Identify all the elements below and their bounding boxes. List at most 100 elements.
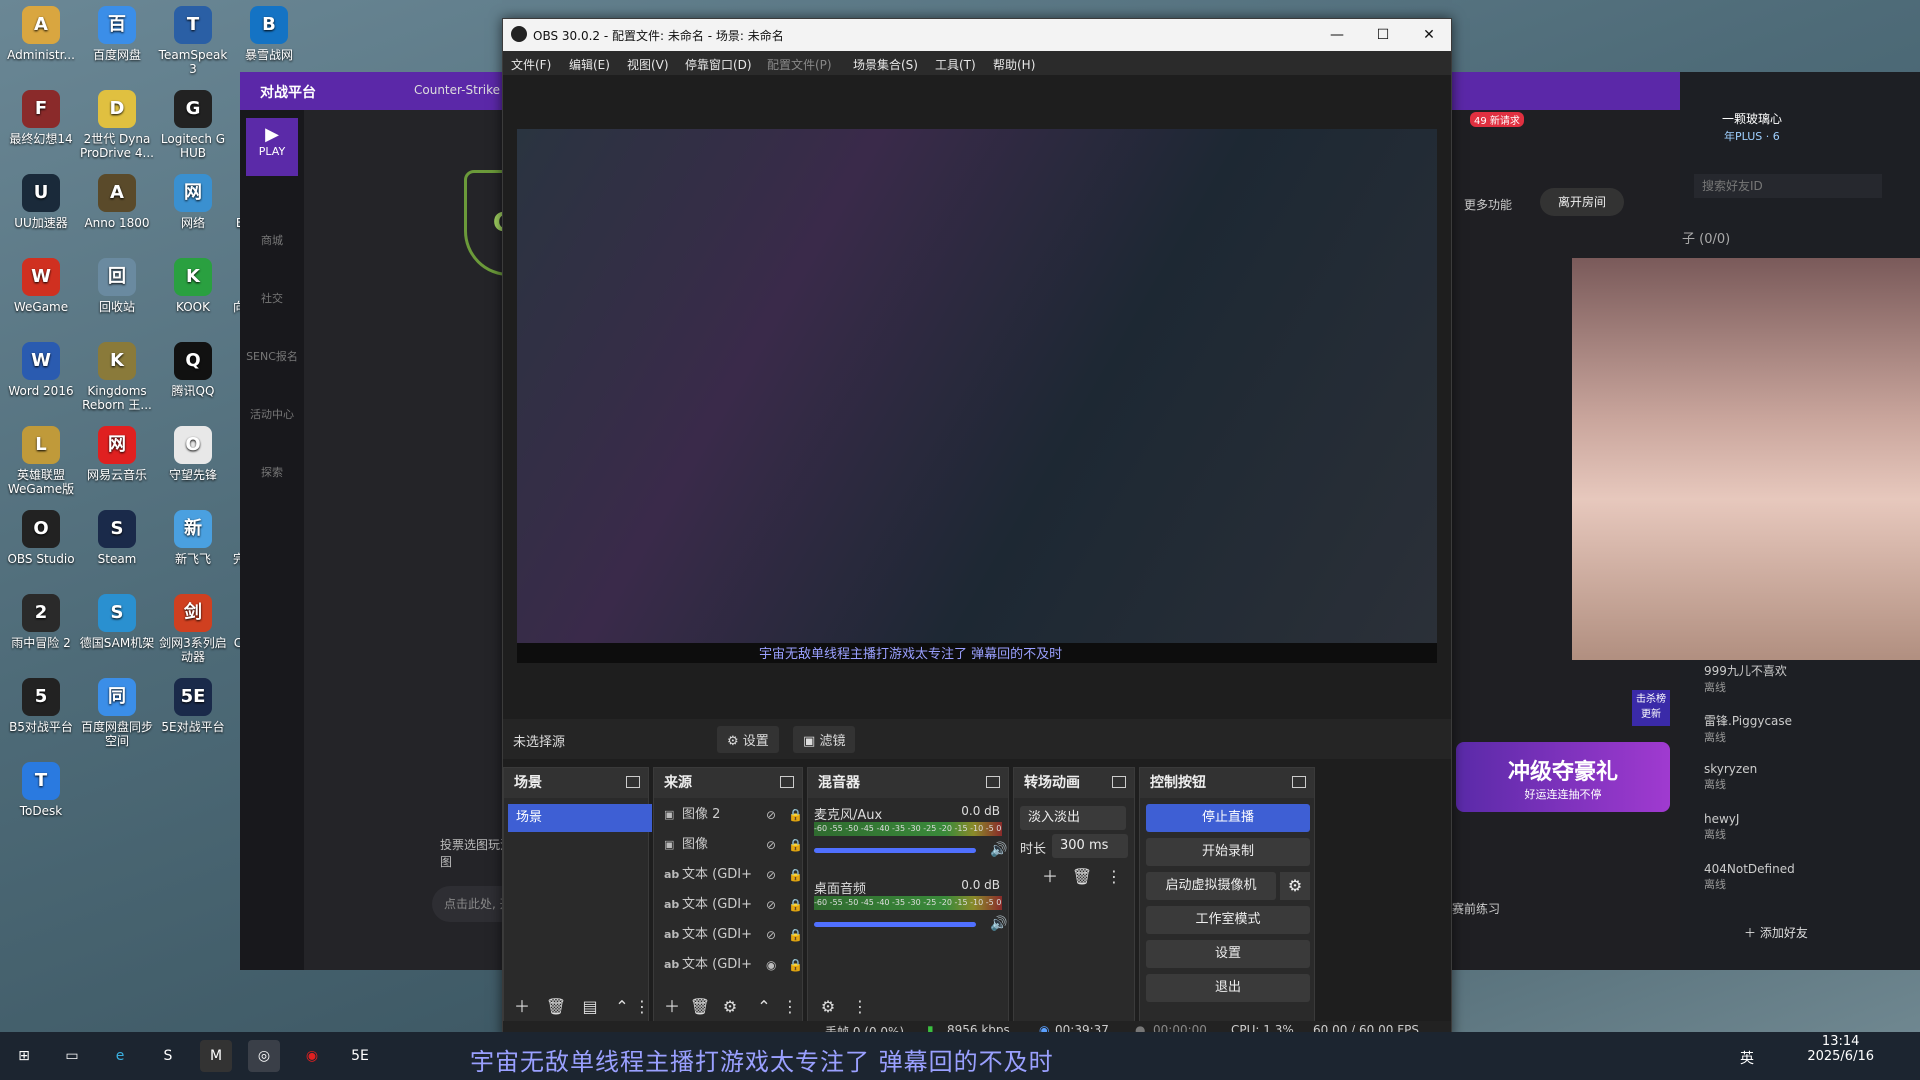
source-item[interactable]: ▣ 图像 ⊘ 🔒 xyxy=(664,832,824,858)
add-transition-button[interactable]: ＋ xyxy=(1038,866,1062,888)
start-button[interactable]: ⊞ xyxy=(8,1040,40,1072)
lock-icon[interactable]: 🔒 xyxy=(788,862,804,888)
desktop-icon[interactable]: O 守望先锋 xyxy=(154,426,232,482)
volume-slider[interactable] xyxy=(814,848,976,853)
desktop-icon[interactable]: 百百度网盘 xyxy=(78,6,156,62)
desktop-icon[interactable]: 5E 5E对战平台 xyxy=(154,678,232,734)
move-up-button[interactable]: ⌃ xyxy=(752,996,776,1018)
virtual-cam-settings-icon[interactable]: ⚙ xyxy=(1280,872,1310,900)
taskbar-obs[interactable]: ◎ xyxy=(248,1040,280,1072)
new-request-badge[interactable]: 49 新请求 xyxy=(1470,112,1524,127)
taskbar-edge[interactable]: e xyxy=(104,1040,136,1072)
desktop-icon[interactable]: 网网络 xyxy=(154,174,232,230)
eye-hidden-icon[interactable]: ⊘ xyxy=(766,862,782,888)
friend-search-input[interactable]: 搜索好友ID xyxy=(1694,174,1882,198)
friend-item[interactable]: hewyJ 离线 xyxy=(1704,812,1739,842)
taskbar-netease[interactable]: ◉ xyxy=(296,1040,328,1072)
undock-icon[interactable] xyxy=(1112,776,1126,788)
taskbar-steam[interactable]: S xyxy=(152,1040,184,1072)
source-properties-button[interactable]: ⚙ xyxy=(718,996,742,1018)
eye-hidden-icon[interactable]: ⊘ xyxy=(766,832,782,858)
duration-input[interactable]: 300 ms xyxy=(1052,834,1128,858)
friend-item[interactable]: 雷锋.Piggycase 离线 xyxy=(1704,712,1792,745)
desktop-icon[interactable]: S Steam xyxy=(78,510,156,566)
speaker-icon[interactable]: 🔊 xyxy=(990,842,1007,858)
menu-file[interactable]: 文件(F) xyxy=(511,56,551,73)
add-source-button[interactable]: ＋ xyxy=(660,996,684,1018)
undock-icon[interactable] xyxy=(1292,776,1306,788)
desktop-icon[interactable]: 2 雨中冒险 2 xyxy=(2,594,80,650)
desktop-icon[interactable]: D 2世代 Dyna ProDrive 4... xyxy=(78,90,156,160)
desktop-icon[interactable]: Q 腾讯QQ xyxy=(154,342,232,398)
desktop-icon[interactable]: W WeGame xyxy=(2,258,80,314)
speaker-icon[interactable]: 🔊 xyxy=(990,916,1007,932)
source-item[interactable]: ab 文本 (GDI+ ⊘ 🔒 xyxy=(664,922,824,948)
scene-item[interactable]: 场景 xyxy=(508,804,652,832)
menu-scene-collection[interactable]: 场景集合(S) xyxy=(853,56,918,73)
leave-room-button[interactable]: 离开房间 xyxy=(1540,188,1624,216)
add-friend-button[interactable]: ＋ 添加好友 xyxy=(1744,924,1808,941)
close-button[interactable]: ✕ xyxy=(1407,23,1451,47)
remove-scene-button[interactable]: 🗑 xyxy=(544,996,568,1018)
desktop-icon[interactable]: 同百度网盘同步空间 xyxy=(78,678,156,748)
eye-hidden-icon[interactable]: ⊘ xyxy=(766,802,782,828)
desktop-icon[interactable]: 新新飞飞 xyxy=(154,510,232,566)
source-filters-button[interactable]: ▣ 滤镜 xyxy=(793,726,856,753)
friend-item[interactable]: 404NotDefined 离线 xyxy=(1704,862,1795,892)
update-badge[interactable]: 击杀榜 更新 xyxy=(1632,690,1670,726)
eye-icon[interactable]: ◉ xyxy=(766,952,782,978)
desktop-icon[interactable]: T ToDesk xyxy=(2,762,80,818)
desktop-icon[interactable]: F 最终幻想14 xyxy=(2,90,80,146)
platform-tab[interactable]: Counter-Strike 2 xyxy=(414,83,511,97)
remove-source-button[interactable]: 🗑 xyxy=(688,996,712,1018)
desktop-icon[interactable]: A Anno 1800 xyxy=(78,174,156,230)
desktop-icon[interactable]: K Kingdoms Reborn 王... xyxy=(78,342,156,412)
friend-item[interactable]: 999九儿不喜欢 离线 xyxy=(1704,662,1787,695)
studio-mode-button[interactable]: 工作室模式 xyxy=(1146,906,1310,934)
menu-help[interactable]: 帮助(H) xyxy=(993,56,1035,73)
more-options-icon[interactable]: ⋮ xyxy=(630,996,654,1018)
volume-slider[interactable] xyxy=(814,922,976,927)
menu-tools[interactable]: 工具(T) xyxy=(935,56,976,73)
desktop-icon[interactable]: 网网易云音乐 xyxy=(78,426,156,482)
taskbar-5e[interactable]: 5E xyxy=(344,1040,376,1072)
source-item[interactable]: ab 文本 (GDI+ ◉ 🔒 xyxy=(664,952,824,978)
source-item[interactable]: ▣ 图像 2 ⊘ 🔒 xyxy=(664,802,824,828)
minimize-button[interactable]: — xyxy=(1315,23,1359,47)
transition-options-icon[interactable]: ⋮ xyxy=(1102,866,1126,888)
desktop-icon[interactable]: O OBS Studio xyxy=(2,510,80,566)
menu-view[interactable]: 视图(V) xyxy=(627,56,669,73)
undock-icon[interactable] xyxy=(986,776,1000,788)
undock-icon[interactable] xyxy=(780,776,794,788)
source-item[interactable]: ab 文本 (GDI+ ⊘ 🔒 xyxy=(664,862,824,888)
lock-icon[interactable]: 🔒 xyxy=(788,802,804,828)
desktop-icon[interactable]: B 暴雪战网 xyxy=(230,6,308,62)
virtual-cam-button[interactable]: 启动虚拟摄像机 xyxy=(1146,872,1276,900)
side-item-4[interactable]: 探索 xyxy=(240,464,304,480)
exit-button[interactable]: 退出 xyxy=(1146,974,1310,1002)
menu-edit[interactable]: 编辑(E) xyxy=(569,56,610,73)
desktop-icon[interactable]: S 德国SAM机架 xyxy=(78,594,156,650)
maximize-button[interactable]: ☐ xyxy=(1361,23,1405,47)
lock-icon[interactable]: 🔒 xyxy=(788,832,804,858)
add-scene-button[interactable]: ＋ xyxy=(510,996,534,1018)
settings-button[interactable]: 设置 xyxy=(1146,940,1310,968)
source-item[interactable]: ab 文本 (GDI+ ⊘ 🔒 xyxy=(664,892,824,918)
eye-hidden-icon[interactable]: ⊘ xyxy=(766,922,782,948)
desktop-icon[interactable]: 回回收站 xyxy=(78,258,156,314)
menu-docks[interactable]: 停靠窗口(D) xyxy=(685,56,752,73)
undock-icon[interactable] xyxy=(626,776,640,788)
friend-item[interactable]: skyryzen 离线 xyxy=(1704,762,1757,792)
desktop-icon[interactable]: G Logitech G HUB xyxy=(154,90,232,160)
side-item-3[interactable]: 活动中心 xyxy=(240,406,304,422)
stop-stream-button[interactable]: 停止直播 xyxy=(1146,804,1310,832)
desktop-icon[interactable]: T TeamSpeak 3 xyxy=(154,6,232,76)
start-record-button[interactable]: 开始录制 xyxy=(1146,838,1310,866)
taskbar-clock[interactable]: 13:14 2025/6/16 xyxy=(1807,1034,1874,1064)
menu-profile[interactable]: 配置文件(P) xyxy=(767,56,832,73)
audio-settings-button[interactable]: ⚙ xyxy=(816,996,840,1018)
desktop-icon[interactable]: K KOOK xyxy=(154,258,232,314)
promo-banner[interactable]: 冲级夺豪礼 好运连连抽不停 xyxy=(1456,742,1670,812)
remove-transition-button[interactable]: 🗑 xyxy=(1070,866,1094,888)
side-item-0[interactable]: 商城 xyxy=(240,232,304,248)
